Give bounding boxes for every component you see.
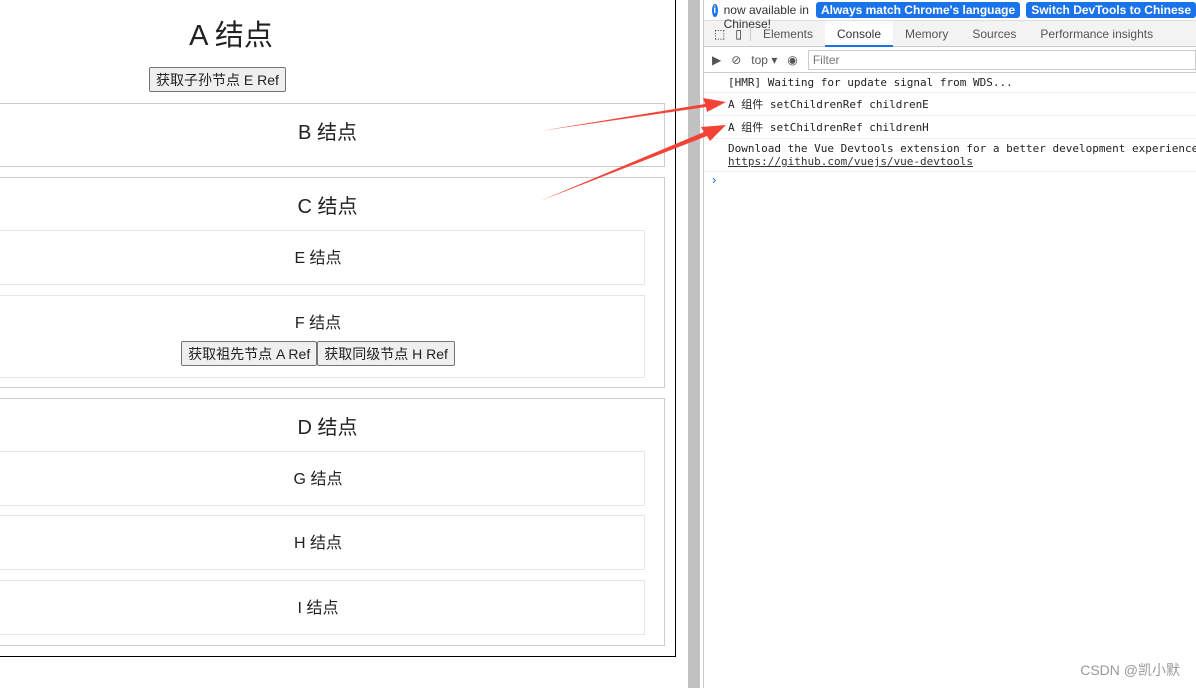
live-expression-eye-icon[interactable]: ◉ <box>787 53 797 67</box>
device-toolbar-icon[interactable]: ▯ <box>731 26 751 41</box>
get-ancestor-a-ref-button[interactable]: 获取祖先节点 A Ref <box>181 341 318 366</box>
d-node-title: D 结点 <box>297 417 358 439</box>
i-node-title: I 结点 <box>297 600 339 617</box>
page-scrollbar[interactable] <box>688 0 700 688</box>
get-descendant-e-ref-button[interactable]: 获取子孙节点 E Ref <box>149 67 286 92</box>
c-node-title: C 结点 <box>297 196 358 218</box>
b-node-title: B 结点 <box>298 122 357 144</box>
f-node: F 结点 获取祖先节点 A Ref 获取同级节点 H Ref <box>0 295 645 378</box>
h-node-title: H 结点 <box>293 535 342 552</box>
tab-memory[interactable]: Memory <box>893 21 960 47</box>
console-message: Download the Vue Devtools extension for … <box>704 139 1196 172</box>
vue-devtools-link[interactable]: https://github.com/vuejs/vue-devtools <box>728 155 1196 168</box>
tab-sources[interactable]: Sources <box>960 21 1028 47</box>
console-prompt[interactable]: › <box>704 172 1196 187</box>
f-node-title: F 结点 <box>294 315 342 332</box>
filter-input[interactable]: Filter <box>807 49 1196 70</box>
e-node-title: E 结点 <box>294 250 342 267</box>
console-message: A 组件 setChildrenRef childrenH <box>704 116 1196 139</box>
tab-performance-insights[interactable]: Performance insights <box>1028 21 1165 47</box>
switch-language-button[interactable]: Switch DevTools to Chinese <box>1026 2 1196 18</box>
watermark: CSDN @凯小默 <box>1080 662 1180 678</box>
tab-console[interactable]: Console <box>824 20 894 47</box>
devtools-panel: i DevTools is now available in Chinese! … <box>703 0 1196 688</box>
g-node: G 结点 <box>0 451 645 506</box>
always-match-language-button[interactable]: Always match Chrome's language <box>815 2 1021 18</box>
b-node: B 结点 <box>0 103 665 167</box>
devtools-tabs: ⬚ ▯ Elements Console Memory Sources Perf… <box>704 20 1196 47</box>
tab-elements[interactable]: Elements <box>751 21 825 47</box>
a-node-title: A 结点 <box>189 20 273 52</box>
e-node: E 结点 <box>0 230 645 285</box>
sidebar-toggle-icon[interactable]: ▶ <box>712 53 721 67</box>
language-infobar: i DevTools is now available in Chinese! … <box>704 0 1196 31</box>
console-message: A 组件 setChildrenRef childrenE <box>704 93 1196 116</box>
console-message: [HMR] Waiting for update signal from WDS… <box>704 73 1196 93</box>
context-selector[interactable]: top ▾ <box>751 53 777 67</box>
get-sibling-h-ref-button[interactable]: 获取同级节点 H Ref <box>317 341 455 366</box>
c-node: C 结点 E 结点 F 结点 获取祖先节点 A Ref 获取同级节点 H Ref <box>0 177 665 388</box>
inspect-element-icon[interactable]: ⬚ <box>704 27 731 41</box>
clear-console-icon[interactable]: ⊘ <box>731 53 741 67</box>
info-icon: i <box>712 3 718 17</box>
app-page: A 结点 获取子孙节点 E Ref B 结点 C 结点 E 结点 F 结点 获取… <box>0 0 676 657</box>
d-node: D 结点 G 结点 H 结点 I 结点 <box>0 398 665 646</box>
g-node-title: G 结点 <box>293 471 343 488</box>
h-node: H 结点 <box>0 515 645 570</box>
i-node: I 结点 <box>0 580 645 635</box>
console-toolbar: ▶ ⊘ top ▾ ◉ Filter <box>704 47 1196 73</box>
